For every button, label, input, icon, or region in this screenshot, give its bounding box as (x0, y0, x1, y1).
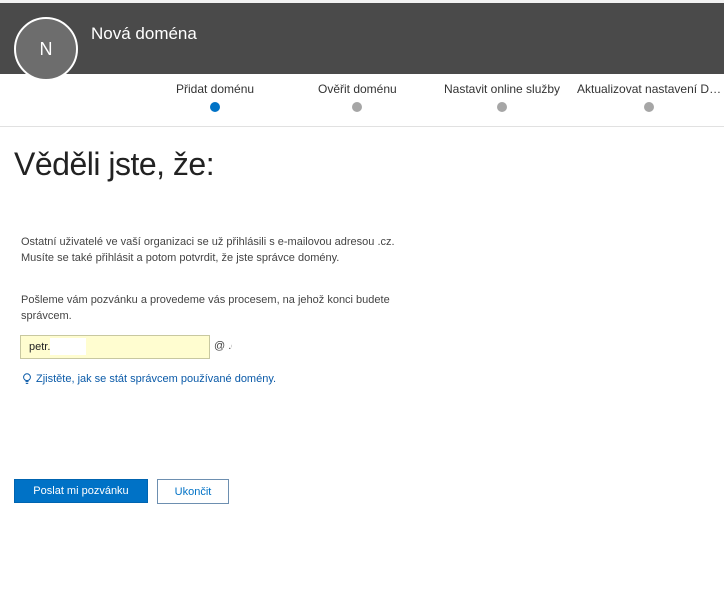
lightbulb-icon (23, 373, 31, 384)
step-update-dns: Aktualizovat nastavení D… (577, 82, 721, 112)
step-label: Nastavit online služby (444, 82, 561, 96)
become-admin-link[interactable]: Zjistěte, jak se stát správcem používané… (36, 373, 276, 385)
main-heading: Věděli jste, že: (14, 146, 215, 182)
tip-row: Zjistěte, jak se stát správcem používané… (22, 373, 276, 385)
step-dot (352, 102, 363, 112)
step-label: Přidat doménu (176, 82, 255, 96)
step-dot (497, 102, 508, 112)
step-dot-active (210, 102, 221, 112)
redacted-area (232, 339, 254, 354)
send-invite-button[interactable]: Poslat mi pozvánku (14, 479, 148, 503)
step-label: Ověřit doménu (318, 82, 397, 96)
step-label: Aktualizovat nastavení D… (577, 82, 722, 96)
email-username-input[interactable] (20, 335, 210, 359)
step-verify-domain: Ověřit doménu (318, 82, 397, 112)
invite-paragraph: Pošleme vám pozvánku a provedeme vás pro… (21, 294, 390, 322)
info-paragraph: Ostatní uživatelé ve vaší organizaci se … (21, 236, 395, 264)
page-title: Nová doména (91, 24, 197, 43)
redacted-area (50, 338, 86, 355)
step-add-domain: Přidat doménu (176, 82, 254, 112)
page: Nová doména N Přidat doménu Ověřit domén… (0, 0, 724, 597)
step-dot (644, 102, 655, 112)
header-bar: Nová doména (0, 0, 724, 74)
wizard-steps: Přidat doménu Ověřit doménu Nastavit onl… (0, 74, 724, 127)
step-setup-services: Nastavit online služby (444, 82, 560, 112)
cancel-button[interactable]: Ukončit (157, 479, 229, 504)
avatar: N (14, 17, 78, 81)
